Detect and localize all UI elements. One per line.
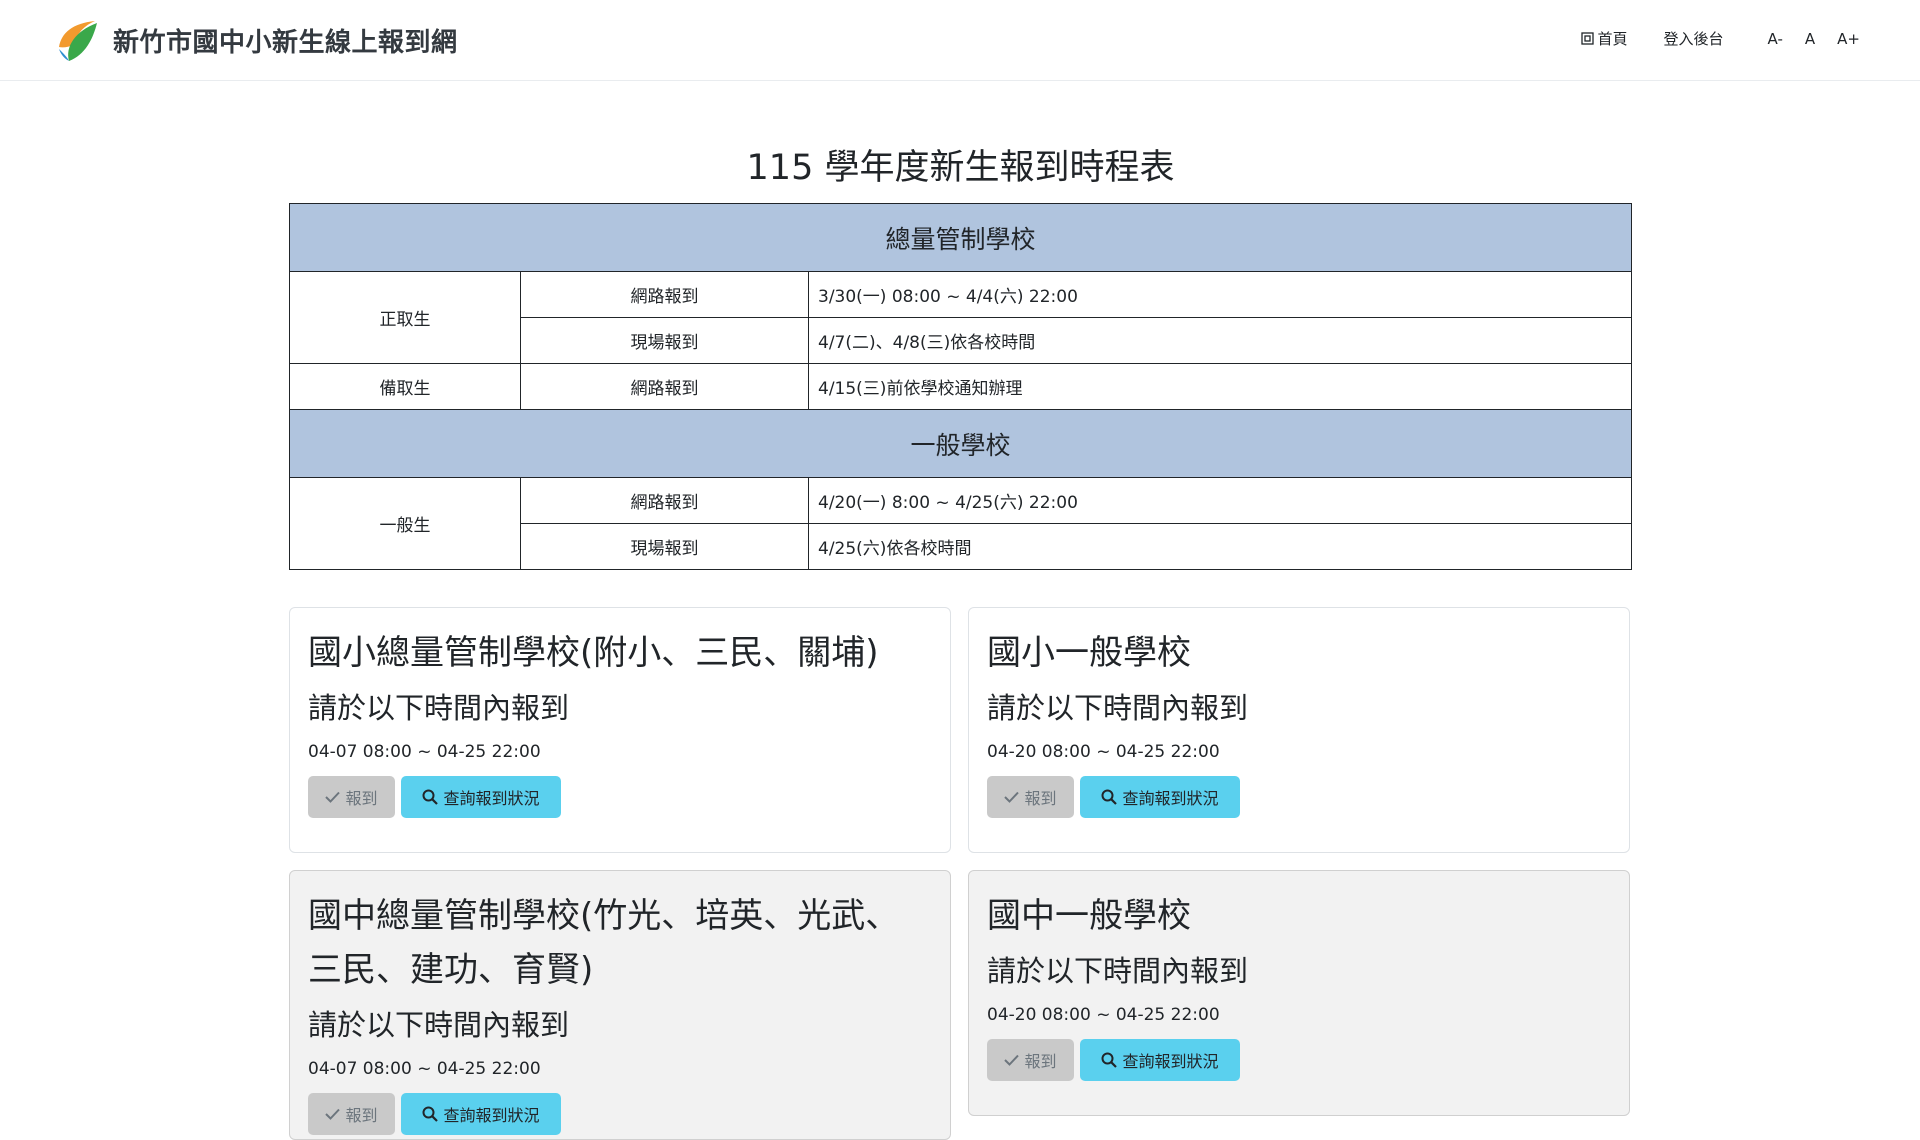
font-normal-button[interactable]: A [1805, 30, 1815, 48]
query-button-label: 查詢報到狀況 [443, 789, 540, 808]
table-row: 正取生 網路報到 3/30(一) 08:00 ~ 4/4(六) 22:00 [289, 271, 1632, 364]
method-cell: 網路報到 [520, 271, 809, 318]
group-cell: 正取生 [289, 271, 521, 364]
card-subtitle: 請於以下時間內報到 [987, 691, 1249, 725]
table-row: 一般生 網路報到 4/20(一) 8:00 ~ 4/25(六) 22:00 [289, 477, 1632, 570]
table-row: 備取生 網路報到 4/15(三)前依學校通知辦理 [289, 363, 1632, 410]
card-time-range: 04-20 08:00 ~ 04-25 22:00 [987, 1005, 1220, 1025]
admin-login-link[interactable]: 登入後台 [1664, 28, 1724, 49]
search-icon [1101, 789, 1118, 805]
query-button-label: 查詢報到狀況 [1122, 1052, 1219, 1071]
home-link[interactable]: 首頁 [1580, 28, 1628, 49]
card-subtitle: 請於以下時間內報到 [308, 691, 570, 725]
font-size-controls: A- A A+ [1768, 30, 1860, 48]
check-icon [1004, 791, 1020, 803]
report-button-label: 報到 [345, 789, 378, 808]
card-subtitle: 請於以下時間內報到 [987, 954, 1249, 988]
query-status-button[interactable]: 查詢報到狀況 [1080, 776, 1240, 818]
card-time-range: 04-07 08:00 ~ 04-25 22:00 [308, 1059, 541, 1079]
query-button-label: 查詢報到狀況 [443, 1106, 540, 1125]
time-cell: 4/20(一) 8:00 ~ 4/25(六) 22:00 [808, 477, 1632, 524]
card-subtitle: 請於以下時間內報到 [308, 1008, 570, 1042]
time-cell: 4/7(二)、4/8(三)依各校時間 [808, 317, 1632, 364]
card-title: 國中一般學校 [987, 896, 1191, 936]
method-cell: 網路報到 [520, 477, 809, 524]
card-time-range: 04-20 08:00 ~ 04-25 22:00 [987, 742, 1220, 762]
card-title: 國小總量管制學校(附小、三民、關埔) [308, 633, 879, 673]
nav-links: 首頁 登入後台 A- A A+ [1580, 28, 1860, 49]
home-icon [1580, 32, 1594, 45]
method-cell: 現場報到 [520, 523, 809, 570]
card-junior-quota: 國中總量管制學校(竹光、培英、光武、三民、建功、育賢) 請於以下時間內報到 04… [289, 870, 951, 1140]
card-title: 國小一般學校 [987, 633, 1191, 673]
font-larger-button[interactable]: A+ [1837, 30, 1860, 48]
report-button[interactable]: 報到 [987, 1039, 1074, 1081]
site-title: 新竹市國中小新生線上報到網 [113, 27, 458, 58]
time-cell: 4/25(六)依各校時間 [808, 523, 1632, 570]
card-time-range: 04-07 08:00 ~ 04-25 22:00 [308, 742, 541, 762]
check-icon [1004, 1054, 1020, 1066]
report-button[interactable]: 報到 [308, 1093, 395, 1135]
query-status-button[interactable]: 查詢報到狀況 [401, 1093, 561, 1135]
query-button-label: 查詢報到狀況 [1122, 789, 1219, 808]
query-status-button[interactable]: 查詢報到狀況 [401, 776, 561, 818]
report-button-label: 報到 [1024, 789, 1057, 808]
report-button-label: 報到 [345, 1106, 378, 1125]
schedule-table: 總量管制學校 正取生 網路報到 3/30(一) 08:00 ~ 4/4(六) 2… [289, 203, 1632, 570]
check-icon [325, 1108, 341, 1120]
page-title: 115 學年度新生報到時程表 [746, 148, 1175, 188]
section-header-quota-schools: 總量管制學校 [289, 203, 1632, 272]
query-status-button[interactable]: 查詢報到狀況 [1080, 1039, 1240, 1081]
font-smaller-button[interactable]: A- [1768, 30, 1783, 48]
group-cell: 一般生 [289, 477, 521, 570]
time-cell: 4/15(三)前依學校通知辦理 [808, 363, 1632, 410]
check-icon [325, 791, 341, 803]
search-icon [1101, 1052, 1118, 1068]
search-icon [422, 789, 439, 805]
card-junior-general: 國中一般學校 請於以下時間內報到 04-20 08:00 ~ 04-25 22:… [968, 870, 1630, 1116]
method-cell: 現場報到 [520, 317, 809, 364]
card-elementary-general: 國小一般學校 請於以下時間內報到 04-20 08:00 ~ 04-25 22:… [968, 607, 1630, 853]
top-navbar: 新竹市國中小新生線上報到網 首頁 登入後台 A- A A+ [0, 0, 1920, 81]
report-button-label: 報到 [1024, 1052, 1057, 1071]
site-brand[interactable]: 新竹市國中小新生線上報到網 [55, 17, 458, 63]
card-elementary-quota: 國小總量管制學校(附小、三民、關埔) 請於以下時間內報到 04-07 08:00… [289, 607, 951, 853]
home-link-label: 首頁 [1597, 30, 1628, 48]
section-header-general-schools: 一般學校 [289, 409, 1632, 478]
report-button[interactable]: 報到 [987, 776, 1074, 818]
group-cell: 備取生 [289, 363, 521, 410]
leaf-logo-icon [59, 21, 97, 61]
card-title: 國中總量管制學校(竹光、培英、光武、三民、建功、育賢) [308, 896, 900, 990]
method-cell: 網路報到 [520, 363, 809, 410]
time-cell: 3/30(一) 08:00 ~ 4/4(六) 22:00 [808, 271, 1632, 318]
report-button[interactable]: 報到 [308, 776, 395, 818]
search-icon [422, 1106, 439, 1122]
